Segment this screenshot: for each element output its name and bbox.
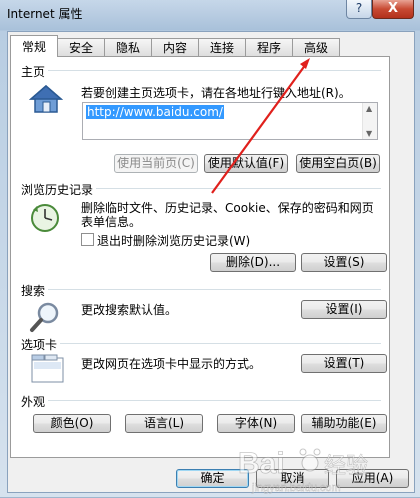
tab-general[interactable]: 常规 — [10, 35, 58, 57]
baidu-paw-logo: Bai 经验 jingyan.baidu.com — [238, 447, 369, 495]
baidu-watermark: Bai 经验 jingyan.baidu.com — [234, 437, 394, 495]
internet-options-dialog: Internet 属性 ? X 常规 安全 隐私 内容 连接 程序 高级 主页 — [0, 0, 420, 497]
annotation-arrow — [211, 58, 310, 194]
watermark-brand2: 经验 — [324, 454, 368, 479]
watermark-url: jingyan.baidu.com — [251, 482, 341, 494]
watermark-brand: Bai — [238, 447, 285, 480]
